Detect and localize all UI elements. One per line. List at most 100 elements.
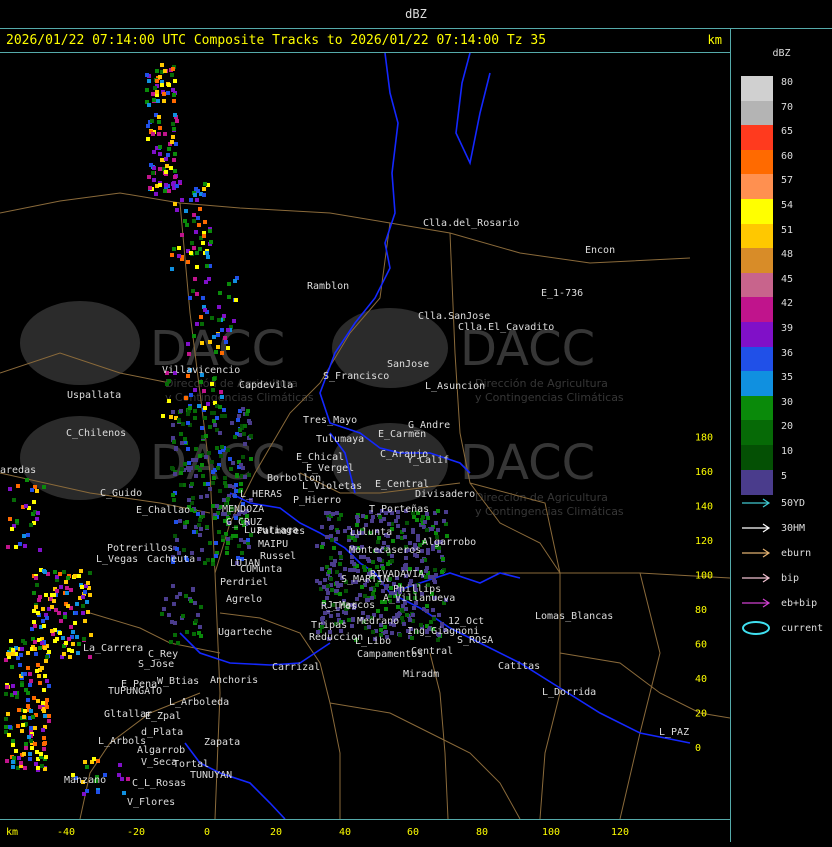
echo-pixel <box>158 75 162 79</box>
place-label: Barrancas <box>0 53 54 56</box>
echo-pixel <box>29 679 33 683</box>
echo-pixel <box>176 641 180 645</box>
echo-pixel <box>339 555 343 559</box>
watermark-line1: Dirección de Agricultura <box>475 377 608 390</box>
echo-pixel <box>88 571 92 575</box>
echo-pixel <box>64 641 68 645</box>
echo-pixel <box>338 562 342 566</box>
echo-pixel <box>222 314 226 318</box>
echo-pixel <box>27 735 31 739</box>
echo-pixel <box>197 631 201 635</box>
echo-pixel <box>170 140 174 144</box>
echo-pixel <box>36 699 40 703</box>
echo-pixel <box>22 534 26 538</box>
radar-map[interactable]: DACC DACC DACC DACC Dirección de Agricul… <box>0 53 730 819</box>
echo-pixel <box>379 519 383 523</box>
echo-pixel <box>172 127 176 131</box>
echo-pixel <box>14 545 18 549</box>
place-label: Encon <box>585 245 615 256</box>
echo-pixel <box>86 581 90 585</box>
echo-pixel <box>7 733 11 737</box>
echo-pixel <box>15 695 19 699</box>
echo-pixel <box>402 528 406 532</box>
place-label: Clla.del_Rosario <box>423 218 519 229</box>
echo-pixel <box>425 609 429 613</box>
echo-pixel <box>186 412 190 416</box>
echo-pixel <box>331 512 335 516</box>
echo-pixel <box>32 620 36 624</box>
echo-pixel <box>436 509 440 513</box>
echo-pixel <box>67 637 71 641</box>
echo-pixel <box>179 471 183 475</box>
legend-label: 70 <box>781 101 794 113</box>
echo-pixel <box>163 132 167 136</box>
echo-pixel <box>208 487 212 491</box>
echo-pixel <box>211 481 215 485</box>
echo-pixel <box>195 292 199 296</box>
echo-pixel <box>425 528 429 532</box>
echo-pixel <box>32 609 36 613</box>
echo-pixel <box>191 587 195 591</box>
place-label: T_Porteñas <box>369 504 429 515</box>
echo-pixel <box>243 424 247 428</box>
place-label: L_HERAS <box>240 489 282 500</box>
window-title: dBZ <box>405 7 427 21</box>
echo-pixel <box>329 534 333 538</box>
echo-pixel <box>226 537 230 541</box>
echo-pixel <box>423 520 427 524</box>
place-label: Ugarteche <box>218 627 272 638</box>
echo-pixel <box>235 473 239 477</box>
echo-pixel <box>210 460 214 464</box>
echo-pixel <box>169 166 173 170</box>
echo-pixel <box>416 534 420 538</box>
echo-pixel <box>369 587 373 591</box>
echo-pixel <box>40 666 44 670</box>
echo-pixel <box>44 659 48 663</box>
echo-pixel <box>209 240 213 244</box>
place-label: E_Carmen <box>378 429 426 440</box>
echo-pixel <box>196 613 200 617</box>
echo-pixel <box>220 395 224 399</box>
echo-pixel <box>191 458 195 462</box>
echo-pixel <box>199 315 203 319</box>
echo-pixel <box>172 93 176 97</box>
place-label: Montecaseros <box>349 545 421 556</box>
echo-pixel <box>228 484 232 488</box>
y-tick-label: 80 <box>695 605 707 616</box>
legend-label: 20 <box>781 421 794 433</box>
echo-pixel <box>38 595 42 599</box>
echo-pixel <box>180 467 184 471</box>
echo-pixel <box>36 663 40 667</box>
echo-pixel <box>45 616 49 620</box>
place-label: SanJose <box>387 359 429 370</box>
echo-pixel <box>45 655 49 659</box>
window-title-bar: dBZ <box>0 0 832 29</box>
echo-pixel <box>335 511 339 515</box>
echo-pixel <box>196 189 200 193</box>
echo-pixel <box>4 692 8 696</box>
echo-pixel <box>77 642 81 646</box>
place-label: P_Hierro <box>293 495 341 506</box>
echo-pixel <box>188 296 192 300</box>
echo-pixel <box>243 442 247 446</box>
echo-pixel <box>233 279 237 283</box>
echo-pixel <box>186 447 190 451</box>
echo-pixel <box>155 90 159 94</box>
echo-pixel <box>179 409 183 413</box>
echo-pixel <box>38 548 42 552</box>
echo-pixel <box>62 570 66 574</box>
radar-map-canvas[interactable]: DACC DACC DACC DACC Dirección de Agricul… <box>0 53 730 819</box>
echo-pixel <box>205 251 209 255</box>
echo-pixel <box>347 618 351 622</box>
echo-pixel <box>203 406 207 410</box>
echo-pixel <box>231 534 235 538</box>
echo-pixel <box>30 488 34 492</box>
echo-pixel <box>153 86 157 90</box>
y-tick-label: 20 <box>695 709 707 720</box>
echo-pixel <box>164 157 168 161</box>
echo-pixel <box>352 562 356 566</box>
place-label: Russel <box>260 551 296 562</box>
echo-pixel <box>411 530 415 534</box>
echo-pixel <box>327 570 331 574</box>
x-tick-label: 80 <box>476 827 488 838</box>
